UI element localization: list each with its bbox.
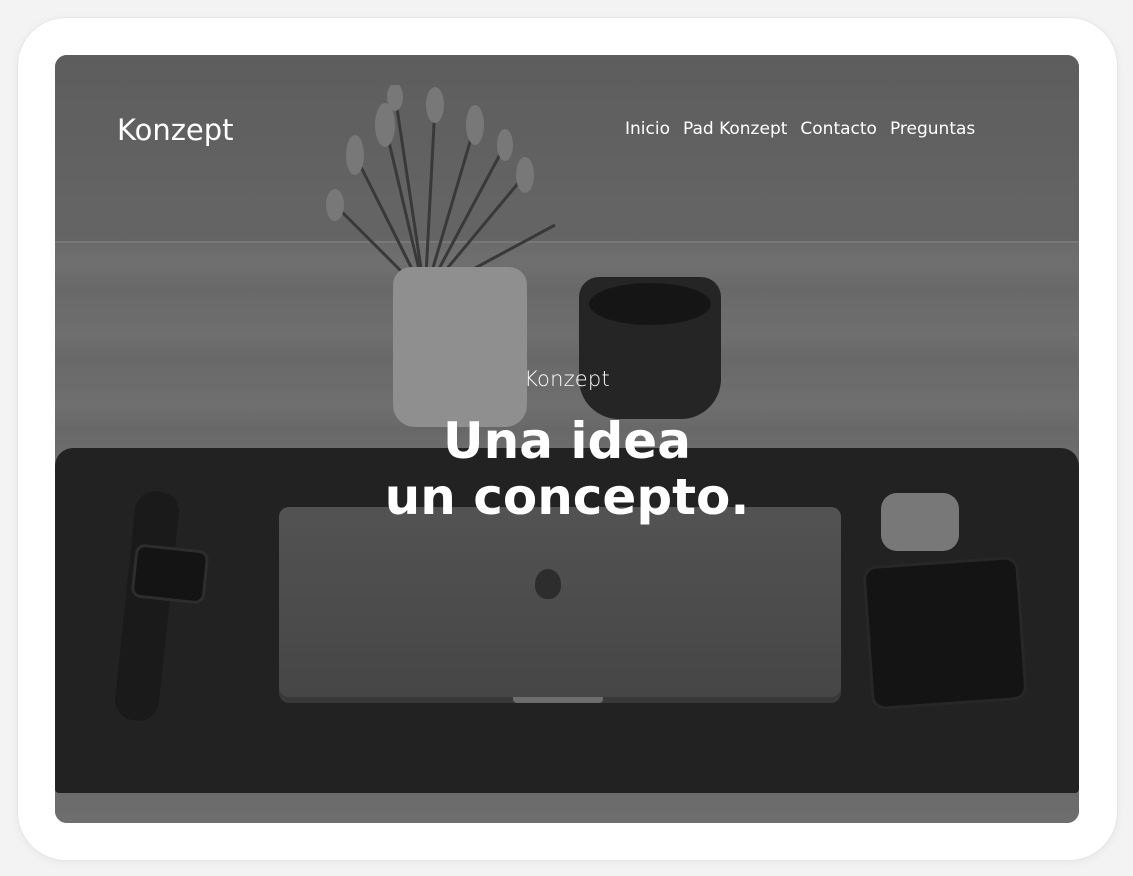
brand-logo[interactable]: Konzept: [117, 113, 234, 147]
nav-contacto[interactable]: Contacto: [800, 119, 877, 139]
hero-title-line1: Una idea: [443, 412, 691, 470]
hero-subtitle: Konzept: [524, 367, 610, 391]
website-screen: Konzept Inicio Pad Konzept Contacto Preg…: [55, 55, 1079, 823]
nav-preguntas[interactable]: Preguntas: [890, 119, 975, 139]
nav-pad-konzept[interactable]: Pad Konzept: [683, 119, 787, 139]
main-nav: Inicio Pad Konzept Contacto Preguntas: [625, 119, 975, 139]
hero-title-line2: un concepto.: [384, 468, 750, 526]
hero-title: Una idea un concepto.: [55, 413, 1079, 525]
nav-inicio[interactable]: Inicio: [625, 119, 670, 139]
